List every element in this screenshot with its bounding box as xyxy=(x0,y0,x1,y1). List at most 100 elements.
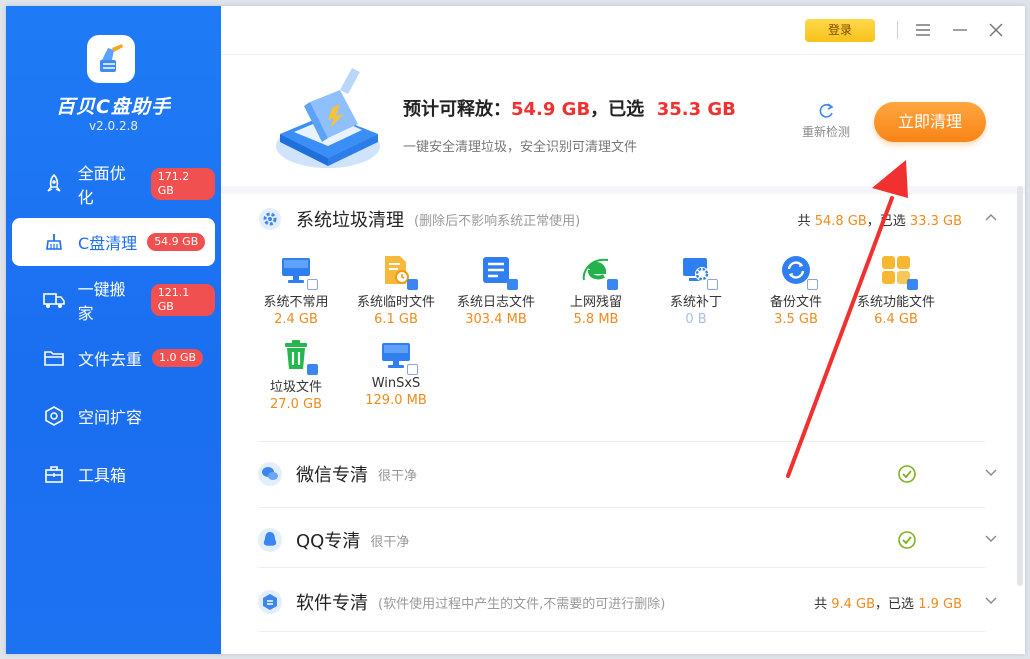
file-item-winsxs[interactable]: WinSxS 129.0 MB xyxy=(346,339,446,419)
file-name: WinSxS xyxy=(371,376,421,391)
folder-icon xyxy=(42,346,66,370)
cube-icon xyxy=(42,404,66,428)
divider xyxy=(221,54,1025,55)
item-checkbox[interactable] xyxy=(307,279,318,290)
nav-label: 文件去重 xyxy=(78,350,143,369)
section-title: 微信专清 xyxy=(296,465,368,486)
stat-selected-prefix: ，已选 xyxy=(875,596,915,612)
nav-label: 一键搬家 xyxy=(77,280,126,323)
item-checkbox[interactable] xyxy=(707,279,718,290)
file-item-temp[interactable]: 系统临时文件 6.1 GB xyxy=(346,254,446,334)
minimize-icon[interactable] xyxy=(949,19,971,41)
patch-icon xyxy=(680,254,718,290)
software-icon xyxy=(256,588,284,616)
nav-label: 空间扩容 xyxy=(78,408,143,427)
menu-icon[interactable] xyxy=(912,19,934,41)
qq-icon xyxy=(256,526,284,554)
chevron-down-icon[interactable] xyxy=(984,533,998,543)
cleaning-illustration xyxy=(270,62,390,178)
file-size: 129.0 MB xyxy=(365,393,427,408)
monitor-icon xyxy=(280,254,318,290)
file-item-junk[interactable]: 垃圾文件 27.0 GB xyxy=(246,339,346,419)
selected-label: ，已选 xyxy=(590,99,645,120)
file-size: 2.4 GB xyxy=(274,312,318,327)
close-icon[interactable] xyxy=(985,19,1007,41)
stat-selected: 1.9 GB xyxy=(918,596,962,612)
nav-item-c-drive-clean[interactable]: C盘清理 54.9 GB xyxy=(12,218,215,266)
winsxs-icon xyxy=(380,339,418,375)
stat-prefix: 共 xyxy=(814,596,828,612)
divider xyxy=(897,21,898,39)
file-size: 303.4 MB xyxy=(465,312,527,327)
clean-now-button[interactable]: 立即清理 xyxy=(874,102,986,142)
truck-icon xyxy=(42,288,66,312)
login-button[interactable]: 登录 xyxy=(805,19,875,42)
annotation-arrow xyxy=(786,160,908,478)
check-circle-icon xyxy=(898,531,916,549)
nav-item-space-expand[interactable]: 空间扩容 xyxy=(12,392,215,440)
scrollbar[interactable] xyxy=(1017,186,1023,586)
gear-icon xyxy=(256,205,284,233)
file-item-patch[interactable]: 系统补丁 0 B xyxy=(646,254,746,334)
browser-icon xyxy=(580,254,618,290)
item-checkbox[interactable] xyxy=(307,364,318,375)
toolbox-icon xyxy=(42,462,66,486)
file-name: 系统日志文件 xyxy=(456,295,535,310)
section-title: QQ专清 xyxy=(296,531,361,552)
nav-label: C盘清理 xyxy=(78,234,138,253)
chevron-up-icon[interactable] xyxy=(984,212,998,222)
releasable-label: 预计可释放： xyxy=(403,99,511,120)
temp-file-icon xyxy=(380,254,418,290)
file-item-browser[interactable]: 上网残留 5.8 MB xyxy=(546,254,646,334)
nav-label: 工具箱 xyxy=(78,466,127,485)
nav-item-one-click-move[interactable]: 一键搬家 121.1 GB xyxy=(12,276,215,324)
file-name: 系统临时文件 xyxy=(356,295,435,310)
section-software[interactable]: 软件专清 (软件使用过程中产生的文件,不需要的可进行删除) 共 9.4 GB，已… xyxy=(256,569,997,635)
section-note: 很干净 xyxy=(378,468,418,484)
item-checkbox[interactable] xyxy=(407,279,418,290)
app-version: v2.0.2.8 xyxy=(88,119,139,133)
nav-item-dedupe[interactable]: 文件去重 1.0 GB xyxy=(12,334,215,382)
section-stat: 共 9.4 GB，已选 1.9 GB xyxy=(814,593,962,612)
file-name: 系统不常用 xyxy=(263,295,329,310)
refresh-icon xyxy=(819,103,834,118)
broom-icon xyxy=(87,35,135,83)
item-checkbox[interactable] xyxy=(407,364,418,375)
divider xyxy=(258,567,985,568)
file-size: 5.8 MB xyxy=(573,312,619,327)
app-name: 百贝C盘助手 xyxy=(56,96,171,118)
stat-total: 9.4 GB xyxy=(831,596,876,612)
nav-badge: 1.0 GB xyxy=(152,349,204,367)
section-title: 软件专清 xyxy=(296,593,368,614)
chevron-down-icon[interactable] xyxy=(984,595,998,605)
file-size: 27.0 GB xyxy=(269,397,323,412)
nav-item-full-optimize[interactable]: 全面优化 171.2 GB xyxy=(12,160,215,208)
selected-size: 35.3 GB xyxy=(656,99,736,120)
divider xyxy=(258,631,985,632)
file-size: 0 B xyxy=(685,312,707,327)
item-checkbox[interactable] xyxy=(507,279,518,290)
rescan-button[interactable]: 重新检测 xyxy=(796,102,856,140)
nav-badge: 171.2 GB xyxy=(150,168,215,200)
chevron-down-icon[interactable] xyxy=(984,467,998,477)
section-qq[interactable]: QQ专清 很干净 xyxy=(256,507,997,573)
rocket-icon xyxy=(42,172,66,196)
nav-item-toolbox[interactable]: 工具箱 xyxy=(12,450,215,498)
item-checkbox[interactable] xyxy=(607,279,618,290)
file-item-log[interactable]: 系统日志文件 303.4 MB xyxy=(446,254,546,334)
log-file-icon xyxy=(480,254,518,290)
section-note: (删除后不影响系统正常使用) xyxy=(414,213,581,229)
file-item-uncommon[interactable]: 系统不常用 2.4 GB xyxy=(246,254,346,334)
sidebar: 百贝C盘助手 v2.0.2.8 全面优化 171.2 GB C盘清理 54.9 … xyxy=(6,6,221,654)
nav-badge: 54.9 GB xyxy=(147,233,206,251)
wechat-icon xyxy=(256,460,284,488)
rescan-label: 重新检测 xyxy=(801,125,850,139)
broom-icon xyxy=(42,230,66,254)
section-title: 系统垃圾清理 xyxy=(296,210,404,231)
file-size: 6.1 GB xyxy=(374,312,418,327)
section-note: (软件使用过程中产生的文件,不需要的可进行删除) xyxy=(378,596,666,612)
releasable-size: 54.9 GB xyxy=(511,99,591,120)
file-name: 垃圾文件 xyxy=(269,380,322,395)
file-name: 上网残留 xyxy=(569,295,622,310)
section-note: 很干净 xyxy=(370,534,410,550)
